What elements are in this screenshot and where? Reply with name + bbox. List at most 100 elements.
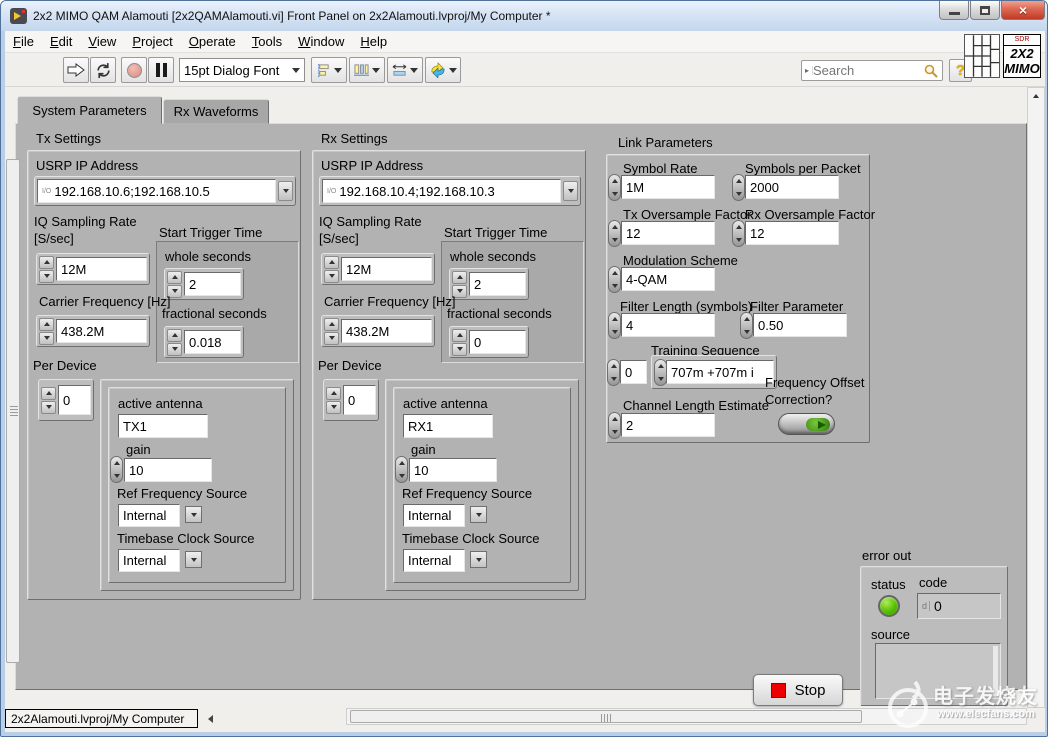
close-button[interactable]: × — [1001, 1, 1045, 20]
tx-per-device-index-spinner[interactable] — [41, 387, 56, 414]
tx-iq-rate-spinner[interactable] — [39, 256, 54, 283]
tx-whole-seconds-control[interactable]: 2 — [164, 268, 244, 300]
training-sequence-field[interactable]: 707m +707m i — [666, 360, 774, 384]
rx-timebase-ring[interactable]: Internal — [403, 549, 465, 572]
tx-timebase-dropdown-button[interactable] — [185, 551, 202, 568]
rx-fractional-seconds-field[interactable]: 0 — [469, 330, 526, 354]
filter-length-spinner[interactable] — [608, 312, 621, 339]
tx-per-device-index[interactable]: 0 — [38, 379, 94, 421]
tx-ref-freq-dropdown-button[interactable] — [185, 506, 202, 523]
align-objects-button[interactable] — [311, 57, 347, 83]
tx-whole-seconds-field[interactable]: 2 — [184, 272, 241, 296]
modulation-scheme-field[interactable]: 4-QAM — [621, 267, 715, 291]
stop-button[interactable]: Stop — [753, 674, 843, 706]
symbol-rate-field[interactable]: 1M — [621, 175, 715, 199]
rx-carrier-freq-field[interactable]: 438.2M — [341, 319, 432, 343]
menu-project[interactable]: Project — [124, 32, 180, 51]
search-input[interactable] — [813, 63, 923, 78]
error-code-field[interactable]: d 0 — [917, 593, 1001, 619]
symbols-per-packet-field[interactable]: 2000 — [745, 175, 839, 199]
vertical-scrollbar[interactable] — [1027, 87, 1045, 708]
title-bar[interactable]: 2x2 MIMO QAM Alamouti [2x2QAMAlamouti.vi… — [1, 1, 1048, 31]
tx-timebase-ring[interactable]: Internal — [118, 549, 180, 572]
rx-oversample-spinner[interactable] — [732, 220, 745, 247]
tx-fractional-seconds-field[interactable]: 0.018 — [184, 330, 241, 354]
training-sequence-spinner[interactable] — [654, 359, 667, 386]
menu-tools[interactable]: Tools — [244, 32, 290, 51]
training-index-spinner[interactable] — [607, 359, 620, 386]
tx-active-antenna-field[interactable]: TX1 — [118, 414, 208, 438]
rx-whole-seconds-control[interactable]: 2 — [449, 268, 529, 300]
tx-carrier-freq-field[interactable]: 438.2M — [56, 319, 147, 343]
tx-gain-field[interactable]: 10 — [124, 458, 212, 482]
rx-whole-seconds-field[interactable]: 2 — [469, 272, 526, 296]
tx-oversample-field[interactable]: 12 — [621, 221, 715, 245]
error-source-field[interactable] — [875, 643, 1001, 699]
frequency-offset-switch[interactable] — [778, 413, 835, 435]
restore-button[interactable] — [970, 1, 1000, 20]
menu-view[interactable]: View — [80, 32, 124, 51]
rx-gain-spinner[interactable] — [395, 456, 408, 483]
tab-system-parameters[interactable]: System Parameters — [17, 96, 162, 124]
tx-usrp-ip-combo[interactable]: I/O 192.168.10.6;192.168.10.5 — [34, 176, 296, 206]
font-selector[interactable]: 15pt Dialog Font — [179, 58, 305, 82]
horizontal-scrollbar-thumb[interactable] — [350, 710, 862, 723]
tx-usrp-ip-dropdown-button[interactable] — [278, 181, 293, 201]
symbol-rate-spinner[interactable] — [608, 174, 621, 201]
tx-iq-rate-control[interactable]: 12M — [36, 253, 150, 285]
pause-button[interactable] — [148, 57, 174, 83]
rx-per-device-index-field[interactable]: 0 — [343, 385, 376, 415]
training-index-field[interactable]: 0 — [620, 360, 647, 384]
rx-ref-freq-dropdown-button[interactable] — [470, 506, 487, 523]
channel-length-spinner[interactable] — [608, 412, 621, 439]
reorder-objects-button[interactable] — [425, 57, 461, 83]
symbols-per-packet-spinner[interactable] — [732, 174, 745, 201]
menu-help[interactable]: Help — [352, 32, 395, 51]
rx-usrp-ip-dropdown-button[interactable] — [563, 181, 578, 201]
menu-file[interactable]: File — [5, 32, 42, 51]
rx-fractional-seconds-control[interactable]: 0 — [449, 326, 529, 358]
search-scope-arrow-icon[interactable]: ▸ — [802, 66, 813, 75]
scroll-up-button[interactable] — [1029, 89, 1043, 103]
rx-ref-freq-ring[interactable]: Internal — [403, 504, 465, 527]
rx-carrier-freq-spinner[interactable] — [324, 318, 339, 345]
menu-window[interactable]: Window — [290, 32, 352, 51]
execution-target-label[interactable]: 2x2Alamouti.lvproj/My Computer — [5, 709, 198, 728]
menu-edit[interactable]: Edit — [42, 32, 80, 51]
rx-iq-rate-control[interactable]: 12M — [321, 253, 435, 285]
run-button[interactable] — [63, 57, 89, 83]
rx-timebase-dropdown-button[interactable] — [470, 551, 487, 568]
vi-icon[interactable]: SDR 2X2 MIMO — [1003, 34, 1041, 78]
rx-gain-field[interactable]: 10 — [409, 458, 497, 482]
vertical-scrollbar-thumb[interactable] — [6, 159, 20, 663]
tx-fractional-seconds-control[interactable]: 0.018 — [164, 326, 244, 358]
tx-fractional-seconds-spinner[interactable] — [167, 329, 182, 356]
training-sequence-control[interactable]: 707m +707m i — [651, 355, 777, 389]
run-continuously-button[interactable] — [90, 57, 116, 83]
minimize-button[interactable] — [939, 1, 969, 20]
rx-fractional-seconds-spinner[interactable] — [452, 329, 467, 356]
rx-usrp-ip-combo[interactable]: I/O 192.168.10.4;192.168.10.3 — [319, 176, 581, 206]
filter-parameter-spinner[interactable] — [740, 312, 753, 339]
rx-active-antenna-field[interactable]: RX1 — [403, 414, 493, 438]
tx-carrier-freq-spinner[interactable] — [39, 318, 54, 345]
abort-button[interactable] — [121, 57, 147, 83]
channel-length-field[interactable]: 2 — [621, 413, 715, 437]
filter-parameter-field[interactable]: 0.50 — [753, 313, 847, 337]
modulation-scheme-spinner[interactable] — [608, 266, 621, 293]
tx-iq-rate-field[interactable]: 12M — [56, 257, 147, 281]
menu-operate[interactable]: Operate — [181, 32, 244, 51]
tx-per-device-index-field[interactable]: 0 — [58, 385, 91, 415]
tx-carrier-freq-control[interactable]: 438.2M — [36, 315, 150, 347]
rx-oversample-field[interactable]: 12 — [745, 221, 839, 245]
resize-objects-button[interactable] — [387, 57, 423, 83]
rx-carrier-freq-control[interactable]: 438.2M — [321, 315, 435, 347]
rx-per-device-index-spinner[interactable] — [326, 387, 341, 414]
search-box[interactable]: ▸ — [801, 60, 943, 81]
tx-usrp-ip-field[interactable]: I/O 192.168.10.6;192.168.10.5 — [37, 179, 276, 203]
rx-per-device-index[interactable]: 0 — [323, 379, 379, 421]
filter-length-field[interactable]: 4 — [621, 313, 715, 337]
tx-ref-freq-ring[interactable]: Internal — [118, 504, 180, 527]
tx-oversample-spinner[interactable] — [608, 220, 621, 247]
distribute-objects-button[interactable] — [349, 57, 385, 83]
